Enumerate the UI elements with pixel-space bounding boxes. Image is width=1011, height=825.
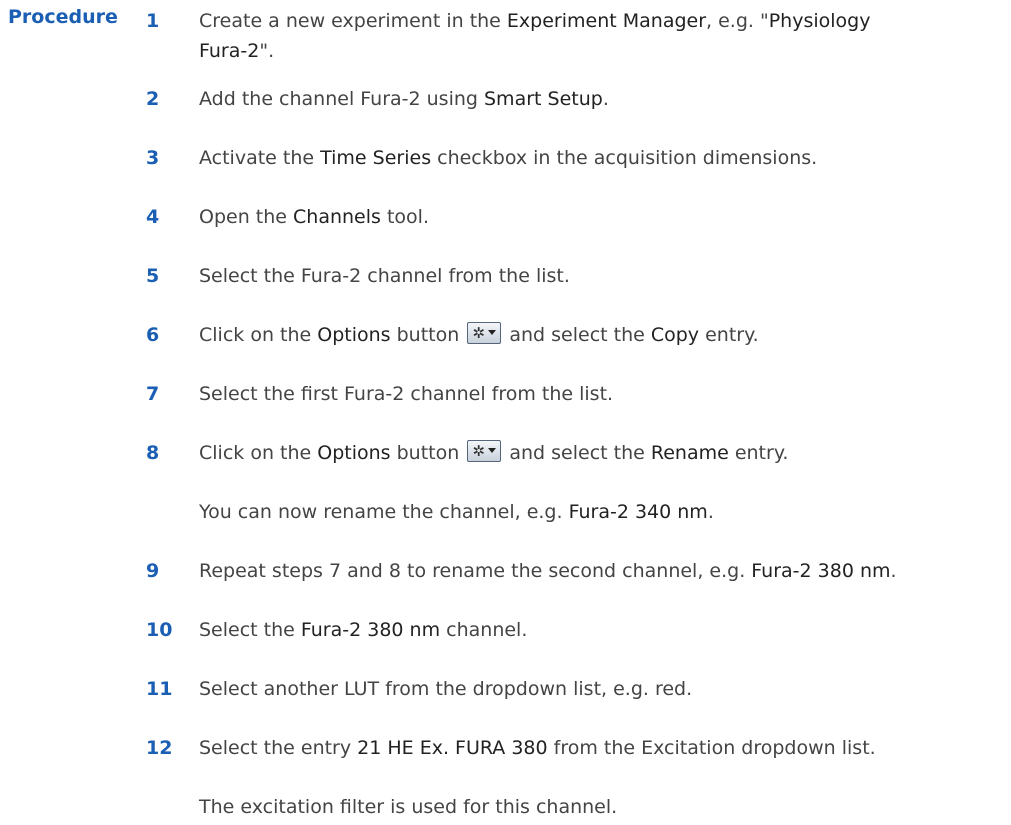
step-number: 7 bbox=[146, 383, 160, 405]
step-number: 12 bbox=[146, 737, 173, 759]
step-text: Select the Fura-2 channel from the list. bbox=[199, 265, 570, 287]
step-text: Repeat steps 7 and 8 to rename the secon… bbox=[199, 560, 897, 582]
step-number: 11 bbox=[146, 678, 173, 700]
step-text: Open the Channels tool. bbox=[199, 206, 429, 228]
copy-ref: Copy bbox=[650, 324, 700, 346]
time-series-ref: Time Series bbox=[320, 147, 432, 169]
step-number: 4 bbox=[146, 206, 160, 228]
step-text: Select the Fura-2 380 nm channel. bbox=[199, 619, 528, 641]
step-text: Activate the Time Series checkbox in the… bbox=[199, 147, 818, 169]
step-number: 5 bbox=[146, 265, 160, 287]
experiment-manager-ref: Experiment Manager bbox=[506, 10, 707, 32]
options-ref: Options bbox=[317, 442, 391, 464]
step-number: 3 bbox=[146, 147, 160, 169]
options-ref: Options bbox=[317, 324, 391, 346]
step-12-note: The excitation filter is used for this c… bbox=[199, 796, 618, 818]
channel-name-ref: Fura-2 340 nm bbox=[568, 501, 708, 523]
rename-ref: Rename bbox=[650, 442, 729, 464]
step-number: 10 bbox=[146, 619, 173, 641]
step-number: 6 bbox=[146, 324, 160, 346]
step-number: 1 bbox=[146, 10, 160, 32]
step-number: 2 bbox=[146, 88, 160, 110]
gear-dropdown-icon: ✲ bbox=[467, 321, 502, 344]
step-text: Create a new experiment in the Experimen… bbox=[199, 10, 871, 62]
procedure-heading: Procedure bbox=[8, 6, 118, 28]
channels-ref: Channels bbox=[293, 206, 381, 228]
step-text: Select the entry 21 HE Ex. FURA 380 from… bbox=[199, 737, 876, 759]
experiment-name-ref-cont: Fura-2 bbox=[199, 40, 260, 62]
channel-name-ref: Fura-2 380 nm bbox=[300, 619, 441, 641]
channel-name-ref: Fura-2 380 nm bbox=[751, 560, 891, 582]
step-8-note: You can now rename the channel, e.g. Fur… bbox=[199, 501, 714, 523]
step-text: Add the channel Fura-2 using Smart Setup… bbox=[199, 88, 609, 110]
filter-entry-ref: 21 HE Ex. FURA 380 bbox=[357, 737, 548, 759]
step-text: Click on the Options button ✲ and select… bbox=[199, 321, 759, 346]
step-text: Select another LUT from the dropdown lis… bbox=[199, 678, 693, 700]
step-number: 9 bbox=[146, 560, 160, 582]
experiment-name-ref: Physiology bbox=[768, 10, 871, 32]
gear-dropdown-icon: ✲ bbox=[467, 439, 502, 462]
step-text: Select the first Fura-2 channel from the… bbox=[199, 383, 614, 405]
step-number: 8 bbox=[146, 442, 160, 464]
step-text: Click on the Options button ✲ and select… bbox=[199, 439, 789, 464]
smart-setup-ref: Smart Setup bbox=[484, 88, 603, 110]
